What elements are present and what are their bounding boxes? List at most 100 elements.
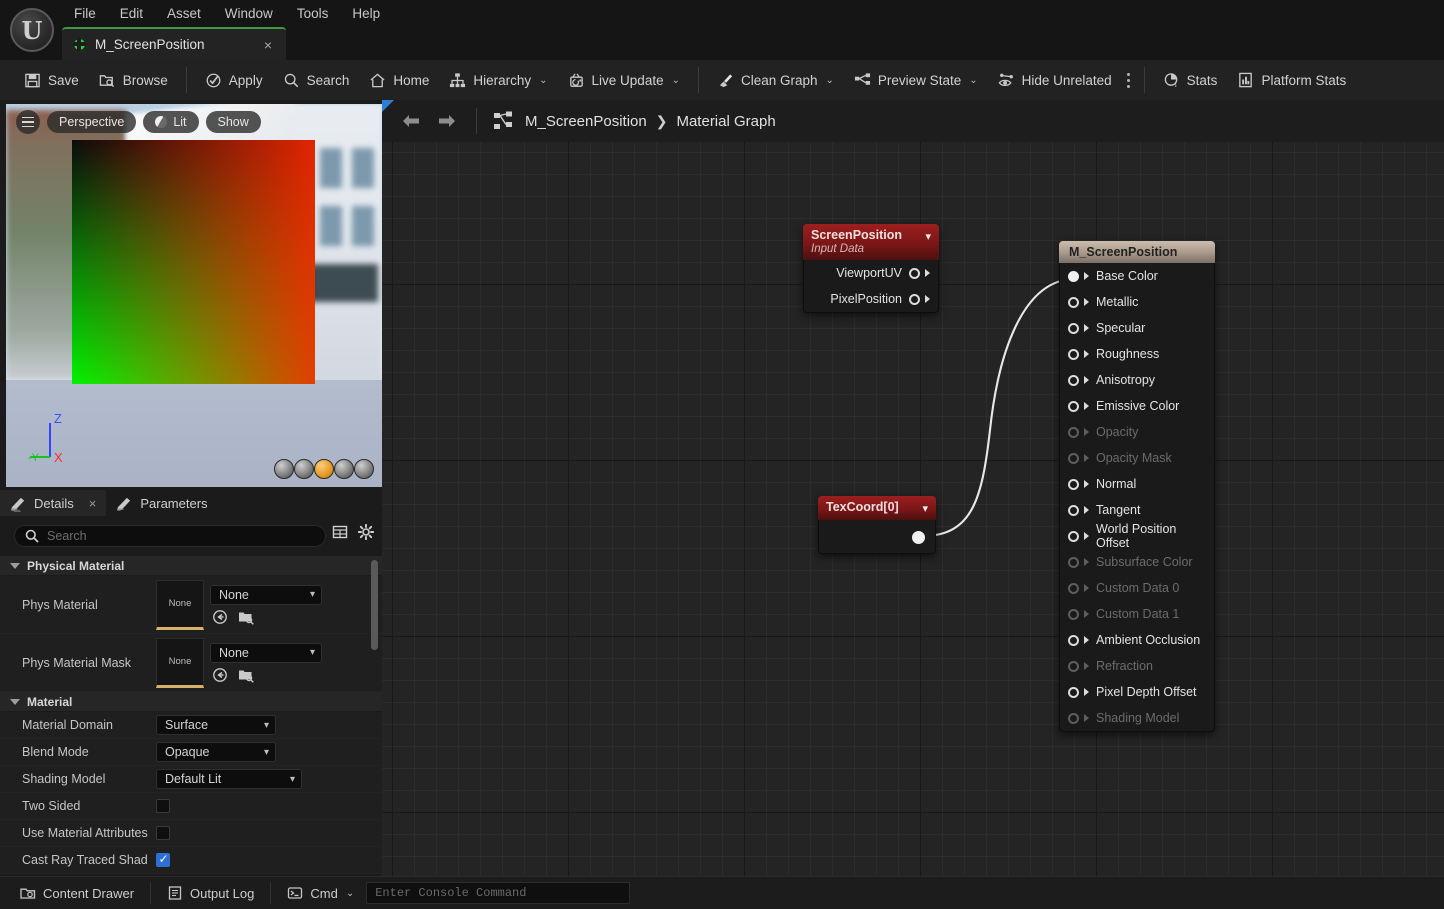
details-tab-details[interactable]: Details × — [0, 490, 107, 516]
toolbar-button-save[interactable]: Save — [14, 65, 89, 95]
browse-to-asset-icon[interactable] — [238, 609, 254, 625]
input-pin-icon[interactable] — [1068, 504, 1079, 516]
output-log-button[interactable]: Output Log — [155, 880, 266, 906]
toolbar-button-preview-state[interactable]: Preview State ⌄ — [844, 65, 988, 95]
chevron-down-icon[interactable]: ⌄ — [826, 75, 834, 86]
menu-item-window[interactable]: Window — [213, 3, 285, 24]
asset-thumbnail[interactable]: None — [156, 579, 204, 630]
use-selected-asset-icon[interactable] — [212, 609, 228, 625]
chevron-down-icon[interactable]: ▾ — [264, 747, 269, 758]
viewport-view-mode-button[interactable]: Lit — [143, 111, 199, 133]
chevron-down-icon[interactable]: ▾ — [264, 720, 269, 731]
toolbar-button-hierarchy[interactable]: Hierarchy ⌄ — [439, 65, 557, 95]
chevron-down-icon[interactable]: ▾ — [290, 774, 295, 785]
node-pin-viewportuv[interactable]: ViewportUV — [804, 260, 938, 286]
input-pin-icon[interactable] — [1068, 374, 1079, 386]
material-input-custom-data-0[interactable]: Custom Data 0 — [1060, 575, 1214, 601]
input-pin-icon[interactable] — [1068, 478, 1079, 490]
input-pin-icon[interactable] — [1068, 660, 1079, 672]
input-pin-icon[interactable] — [1068, 452, 1079, 464]
menu-item-asset[interactable]: Asset — [155, 3, 213, 24]
combo-material-domain[interactable]: Surface ▾ — [156, 715, 276, 735]
material-input-pixel-depth-offset[interactable]: Pixel Depth Offset — [1060, 679, 1214, 705]
viewport-menu-icon[interactable] — [16, 110, 40, 134]
columns-icon[interactable] — [332, 524, 348, 540]
details-properties-list[interactable]: Physical Material Phys Material None None ▾ P… — [0, 556, 382, 909]
chevron-down-icon[interactable]: ⌄ — [672, 75, 680, 86]
node-texcoord-header[interactable]: TexCoord[0] ▾ — [818, 496, 936, 520]
material-input-opacity[interactable]: Opacity — [1060, 419, 1214, 445]
menu-item-help[interactable]: Help — [340, 3, 392, 24]
node-material-output-header[interactable]: M_ScreenPosition — [1059, 241, 1215, 263]
cmd-mode-button[interactable]: Cmd ⌄ — [275, 880, 366, 906]
material-input-tangent[interactable]: Tangent — [1060, 497, 1214, 523]
viewport-show-menu-button[interactable]: Show — [205, 111, 261, 133]
material-input-normal[interactable]: Normal — [1060, 471, 1214, 497]
node-pin-pixelposition[interactable]: PixelPosition — [804, 286, 938, 312]
preview-shape-cylinder-shape[interactable] — [314, 459, 334, 479]
use-selected-asset-icon[interactable] — [212, 667, 228, 683]
input-pin-icon[interactable] — [1068, 322, 1079, 334]
node-screenposition-header[interactable]: ScreenPosition Input Data ▾ — [803, 224, 939, 260]
material-input-opacity-mask[interactable]: Opacity Mask — [1060, 445, 1214, 471]
material-input-custom-data-1[interactable]: Custom Data 1 — [1060, 601, 1214, 627]
toolbar-overflow-icon[interactable] — [1122, 68, 1136, 92]
details-category-physical-material[interactable]: Physical Material — [0, 556, 382, 576]
chevron-down-icon[interactable]: ▾ — [922, 502, 928, 515]
combo-shading-model[interactable]: Default Lit ▾ — [156, 769, 302, 789]
breadcrumb-item-graph[interactable]: Material Graph — [676, 113, 775, 130]
preview-shape-cube-shape[interactable] — [334, 459, 354, 479]
details-category-material[interactable]: Material — [0, 692, 382, 712]
toolbar-button-home[interactable]: Home — [359, 65, 439, 95]
chevron-down-icon[interactable]: ▾ — [925, 230, 931, 243]
material-input-shading-model[interactable]: Shading Model — [1060, 705, 1214, 731]
preview-shape-sphere-shape[interactable] — [294, 459, 314, 479]
chevron-down-icon[interactable]: ⌄ — [969, 75, 977, 86]
browse-to-asset-icon[interactable] — [238, 667, 254, 683]
chevron-down-icon[interactable]: ⌄ — [346, 888, 354, 899]
toolbar-button-search[interactable]: Search — [273, 65, 360, 95]
material-input-roughness[interactable]: Roughness — [1060, 341, 1214, 367]
chevron-down-icon[interactable]: ▾ — [310, 647, 315, 658]
chevron-down-icon[interactable]: ⌄ — [539, 75, 547, 86]
chevron-down-icon[interactable] — [10, 562, 20, 569]
preview-shape-custom-mesh-shape[interactable] — [354, 459, 374, 479]
checkbox-two-sided[interactable] — [156, 799, 170, 813]
output-pin-icon[interactable] — [912, 531, 925, 544]
material-graph-canvas[interactable]: M_ScreenPosition ❯ Material Graph Screen… — [382, 100, 1444, 876]
material-input-refraction[interactable]: Refraction — [1060, 653, 1214, 679]
close-icon[interactable]: × — [260, 37, 276, 53]
checkbox-use-material-attributes[interactable] — [156, 826, 170, 840]
viewport-camera-mode-button[interactable]: Perspective — [47, 111, 137, 133]
input-pin-icon[interactable] — [1068, 686, 1079, 698]
input-pin-icon[interactable] — [1068, 608, 1079, 620]
material-input-specular[interactable]: Specular — [1060, 315, 1214, 341]
toolbar-button-stats[interactable]: i Stats — [1153, 65, 1228, 95]
unreal-logo-icon[interactable]: U — [10, 8, 54, 52]
menu-item-edit[interactable]: Edit — [108, 3, 155, 24]
details-search-input[interactable] — [47, 529, 316, 543]
settings-gear-icon[interactable] — [358, 524, 374, 540]
input-pin-icon[interactable] — [1068, 712, 1079, 724]
details-tab-parameters[interactable]: Parameters — [106, 490, 217, 516]
toolbar-button-apply[interactable]: Apply — [195, 65, 273, 95]
material-preview-viewport[interactable]: Z -Y X Perspective Lit Show — [6, 104, 382, 487]
toolbar-button-browse[interactable]: Browse — [89, 65, 178, 95]
chevron-down-icon[interactable]: ▾ — [310, 589, 315, 600]
asset-picker-phys-material[interactable]: None ▾ — [210, 584, 322, 605]
input-pin-icon[interactable] — [1068, 530, 1079, 542]
breadcrumb-item-asset[interactable]: M_ScreenPosition — [525, 113, 647, 130]
input-pin-icon[interactable] — [1068, 296, 1079, 308]
combo-blend-mode[interactable]: Opaque ▾ — [156, 742, 276, 762]
console-command-input[interactable] — [366, 882, 631, 904]
details-search-box[interactable] — [14, 525, 326, 547]
material-input-anisotropy[interactable]: Anisotropy — [1060, 367, 1214, 393]
document-tab-m-screenposition[interactable]: M_ScreenPosition × — [62, 27, 286, 60]
material-input-world-position-offset[interactable]: World Position Offset — [1060, 522, 1214, 550]
material-input-ambient-occlusion[interactable]: Ambient Occlusion — [1060, 627, 1214, 653]
menu-item-tools[interactable]: Tools — [285, 3, 341, 24]
toolbar-button-live-update[interactable]: Live Update ⌄ — [558, 65, 690, 95]
preview-shape-plane-shape[interactable] — [274, 459, 294, 479]
output-pin-icon[interactable] — [909, 293, 920, 305]
input-pin-icon[interactable] — [1068, 348, 1079, 360]
